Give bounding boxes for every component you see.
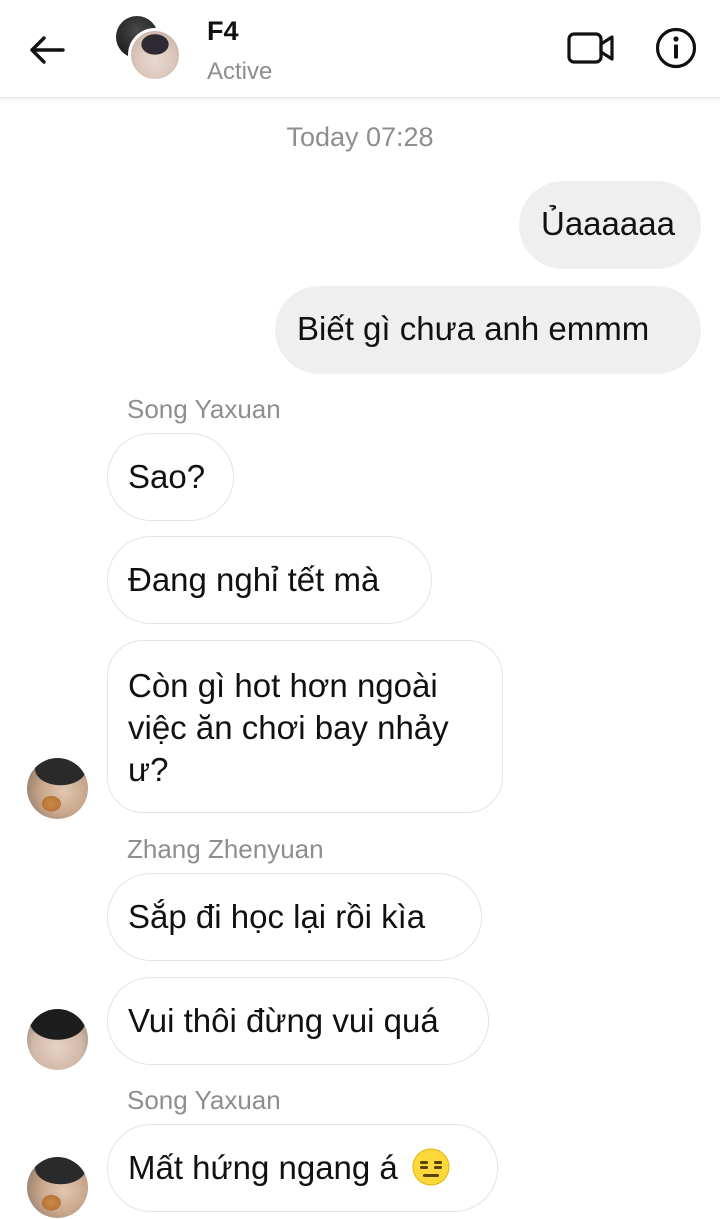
message-line: Còn gì hot hơn ngoài <box>128 667 438 704</box>
message-text: Vui thôi đừng vui quá <box>128 1002 439 1039</box>
avatar-song-yaxuan[interactable] <box>27 758 88 819</box>
incoming-message[interactable]: Đang nghỉ tết mà <box>107 536 432 624</box>
incoming-message[interactable]: Mất hứng ngang á <box>107 1124 498 1212</box>
expressionless-face-emoji <box>412 1148 450 1186</box>
outgoing-message[interactable]: Ủaaaaaa <box>519 181 701 269</box>
sender-name: Song Yaxuan <box>127 394 281 424</box>
info-icon <box>655 27 697 69</box>
message-text: Sao? <box>128 458 206 495</box>
sender-name: Song Yaxuan <box>127 1085 281 1115</box>
video-camera-icon <box>567 32 614 64</box>
outgoing-message[interactable]: Biết gì chưa anh emmm <box>275 286 701 374</box>
incoming-message[interactable]: Sao? <box>107 433 234 521</box>
sender-name: Zhang Zhenyuan <box>127 834 324 864</box>
info-button[interactable] <box>652 24 700 72</box>
message-text: Ủaaaaaa <box>541 205 675 242</box>
member-avatar-front <box>128 28 182 82</box>
incoming-message[interactable]: Còn gì hot hơn ngoài việc ăn chơi bay nh… <box>107 640 503 813</box>
message-text: Mất hứng ngang á <box>128 1149 398 1186</box>
message-text: Biết gì chưa anh emmm <box>297 310 650 347</box>
chat-header: F4 Active <box>0 0 720 98</box>
back-button[interactable] <box>22 28 72 72</box>
chat-title[interactable]: F4 <box>207 16 239 47</box>
message-text: Sắp đi học lại rồi kìa <box>128 898 426 935</box>
avatar-zhang-zhenyuan[interactable] <box>27 1009 88 1070</box>
group-avatar[interactable] <box>116 16 182 82</box>
message-line: ư? <box>128 751 169 788</box>
incoming-message[interactable]: Vui thôi đừng vui quá <box>107 977 489 1065</box>
arrow-left-icon <box>30 36 65 64</box>
incoming-message[interactable]: Sắp đi học lại rồi kìa <box>107 873 482 961</box>
message-text: Đang nghỉ tết mà <box>128 561 380 598</box>
active-status: Active <box>207 58 273 85</box>
message-line: việc ăn chơi bay nhảy <box>128 709 449 746</box>
avatar-song-yaxuan[interactable] <box>27 1157 88 1218</box>
message-timestamp: Today 07:28 <box>286 122 434 152</box>
video-call-button[interactable] <box>566 28 616 68</box>
